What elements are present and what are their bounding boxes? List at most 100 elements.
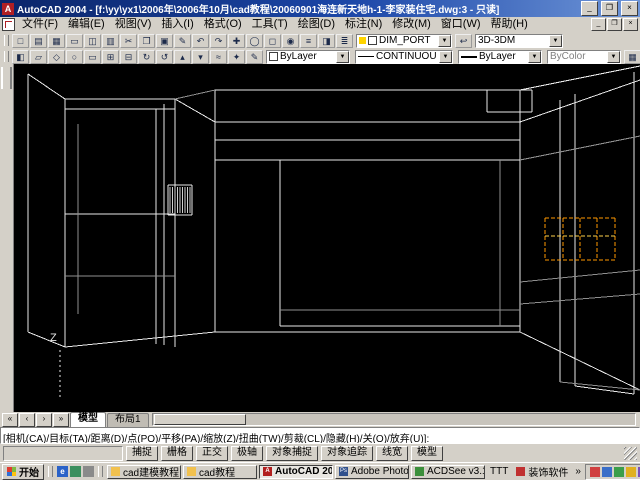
toolbar-icon[interactable]: ✎	[246, 49, 263, 64]
doc-minimize-button[interactable]: _	[591, 18, 606, 31]
quicklaunch-icon-1[interactable]	[70, 466, 81, 477]
toolbar-icon[interactable]: ○	[66, 49, 83, 64]
layer-combo[interactable]: DIM_PORT ▼	[356, 33, 452, 48]
menu-item-8[interactable]: 修改(M)	[387, 17, 436, 32]
toolbar-icon[interactable]: ✦	[228, 49, 245, 64]
status-toggle-snap[interactable]: 捕捉	[126, 445, 158, 461]
docked-toolbar-strip[interactable]	[0, 64, 14, 412]
tab-model[interactable]: 模型	[70, 412, 106, 427]
zoom-previous-icon[interactable]: ◉	[282, 33, 299, 48]
undo-icon[interactable]: ↶	[192, 33, 209, 48]
toolbar-icon[interactable]: ↺	[156, 49, 173, 64]
menu-item-4[interactable]: 格式(O)	[199, 17, 247, 32]
toolbar-icon[interactable]: ▴	[174, 49, 191, 64]
publish-icon[interactable]: ▥	[102, 33, 119, 48]
toolbar-grip[interactable]	[4, 35, 9, 46]
status-toggle-ortho[interactable]: 正交	[196, 445, 228, 461]
quicklaunch-icon-2[interactable]	[83, 466, 94, 477]
layers-icon[interactable]: ≣	[336, 33, 353, 48]
taskbar-grip[interactable]	[98, 466, 103, 477]
scrollbar-thumb[interactable]	[153, 414, 246, 425]
restore-button[interactable]: ❐	[601, 1, 618, 16]
color-combo[interactable]: ByLayer ▼	[266, 49, 350, 64]
command-line[interactable]: [相机(CA)/目标(TA)/距离(D)/点(PO)/平移(PA)/缩放(Z)/…	[0, 427, 640, 444]
dropdown-arrow-icon[interactable]: ▼	[528, 50, 541, 63]
toolbar-icon[interactable]: ◇	[48, 49, 65, 64]
tray-icon-1[interactable]	[601, 466, 612, 477]
chevron-icon[interactable]: »	[573, 466, 583, 477]
task-cad-tutorial-folder[interactable]: cad教程	[183, 464, 257, 479]
dropdown-arrow-icon[interactable]: ▼	[438, 34, 451, 47]
start-button[interactable]: 开始	[2, 463, 44, 480]
deskband-decor-software[interactable]: 装饰软件	[513, 464, 571, 479]
tray-icon-2[interactable]	[613, 466, 624, 477]
status-toggle-polar[interactable]: 极轴	[231, 445, 263, 461]
tab-nav-3[interactable]: »	[53, 412, 69, 427]
status-toggle-model[interactable]: 模型	[411, 445, 443, 461]
dropdown-arrow-icon[interactable]: ▼	[439, 50, 452, 63]
layer-states-icon[interactable]: ▱	[30, 49, 47, 64]
status-toggle-lwt[interactable]: 线宽	[376, 445, 408, 461]
task-photoshop[interactable]: PsAdobe Photo...	[335, 464, 409, 479]
menu-item-0[interactable]: 文件(F)	[17, 17, 63, 32]
doc-close-button[interactable]: ×	[623, 18, 638, 31]
coordinates-display[interactable]	[3, 445, 123, 461]
menu-item-9[interactable]: 窗口(W)	[436, 17, 486, 32]
task-autocad[interactable]: AAutoCAD 200...	[259, 464, 333, 479]
dimstyle-combo[interactable]: 3D-3DM ▼	[475, 33, 563, 48]
new-icon[interactable]: □	[12, 33, 29, 48]
toolbar-icon[interactable]: ▭	[84, 49, 101, 64]
doc-restore-button[interactable]: ❐	[607, 18, 622, 31]
menu-item-2[interactable]: 视图(V)	[110, 17, 157, 32]
drawing-viewport[interactable]: Z	[14, 64, 640, 412]
match-properties-icon[interactable]: ✎	[174, 33, 191, 48]
menu-item-1[interactable]: 编辑(E)	[63, 17, 110, 32]
dropdown-arrow-icon[interactable]: ▼	[336, 50, 349, 63]
menu-item-6[interactable]: 绘图(D)	[293, 17, 340, 32]
redo-icon[interactable]: ↷	[210, 33, 227, 48]
horizontal-scrollbar[interactable]	[151, 413, 636, 426]
pan-icon[interactable]: ✚	[228, 33, 245, 48]
deskband-ttt[interactable]: TTT	[487, 466, 511, 477]
task-cad-modeling-folder[interactable]: cad建模教程	[107, 464, 181, 479]
make-layer-current-icon[interactable]: ◧	[12, 49, 29, 64]
dropdown-arrow-icon[interactable]: ▼	[607, 50, 620, 63]
tray-icon-0[interactable]	[589, 466, 600, 477]
toolbar-icon[interactable]: ⊞	[102, 49, 119, 64]
menu-item-3[interactable]: 插入(I)	[156, 17, 198, 32]
toolbar-icon[interactable]: ↻	[138, 49, 155, 64]
cut-icon[interactable]: ✂	[120, 33, 137, 48]
status-toggle-otrack[interactable]: 对象追踪	[321, 445, 373, 461]
paste-icon[interactable]: ▣	[156, 33, 173, 48]
resize-grip[interactable]	[624, 446, 637, 460]
dropdown-arrow-icon[interactable]: ▼	[549, 34, 562, 47]
document-icon[interactable]	[2, 18, 15, 31]
toolbar-grip[interactable]	[4, 51, 9, 62]
plotstyle-combo[interactable]: ByColor ▼	[547, 49, 621, 64]
tab-layout1[interactable]: 布局1	[107, 412, 149, 427]
open-icon[interactable]: ▤	[30, 33, 47, 48]
menu-item-5[interactable]: 工具(T)	[247, 17, 293, 32]
tray-icon-3[interactable]	[625, 466, 636, 477]
toolbar-icon[interactable]: ⊟	[120, 49, 137, 64]
toolbar-icon[interactable]: ▾	[192, 49, 209, 64]
status-toggle-grid[interactable]: 栅格	[161, 445, 193, 461]
close-button[interactable]: ×	[621, 1, 638, 16]
properties-icon[interactable]: ≡	[300, 33, 317, 48]
toolbar-grip[interactable]	[1, 67, 12, 89]
save-icon[interactable]: ▦	[48, 33, 65, 48]
linetype-combo[interactable]: CONTINUOU ▼	[355, 49, 453, 64]
plot-icon[interactable]: ▭	[66, 33, 83, 48]
toolbar-icon[interactable]: ≈	[210, 49, 227, 64]
layer-previous-icon[interactable]: ↩	[455, 33, 472, 48]
menu-item-10[interactable]: 帮助(H)	[486, 17, 533, 32]
copy-icon[interactable]: ❐	[138, 33, 155, 48]
task-acdsee[interactable]: ACDSee v3.1...	[411, 464, 485, 479]
menu-item-7[interactable]: 标注(N)	[340, 17, 387, 32]
tab-nav-0[interactable]: «	[2, 412, 18, 427]
status-toggle-osnap[interactable]: 对象捕捉	[266, 445, 318, 461]
quicklaunch-icon-0[interactable]: e	[57, 466, 68, 477]
toolbar-icon[interactable]: ▦	[624, 49, 640, 64]
minimize-button[interactable]: _	[581, 1, 598, 16]
zoom-window-icon[interactable]: ◻	[264, 33, 281, 48]
